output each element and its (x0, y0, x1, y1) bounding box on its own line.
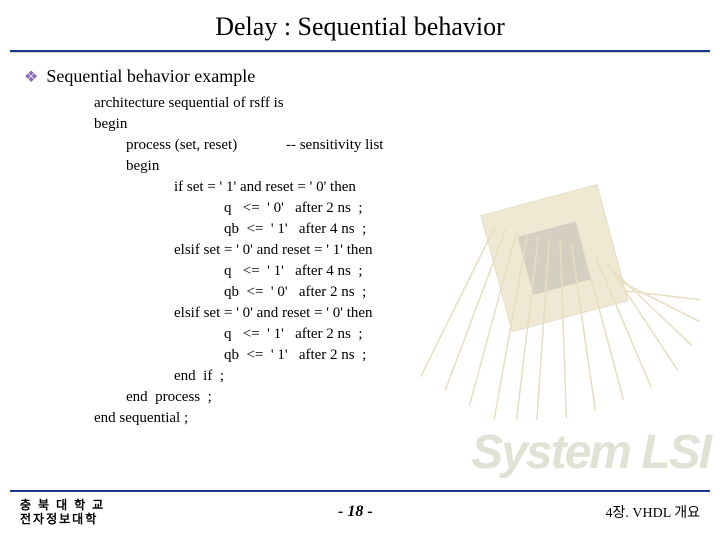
code-line: elsif set = ' 0' and reset = ' 1' then (94, 240, 700, 261)
code-line: q <= ' 1' after 4 ns ; (94, 261, 700, 282)
code-line: end if ; (94, 366, 700, 387)
code-line: end process ; (94, 387, 700, 408)
code-line: qb <= ' 1' after 4 ns ; (94, 219, 700, 240)
code-line: process (set, reset) -- sensitivity list (94, 135, 700, 156)
organization-label: 충 북 대 학 교 전자정보대학 (20, 498, 105, 527)
code-block: architecture sequential of rsff is begin… (24, 93, 700, 429)
page-number: - 18 - (338, 503, 373, 521)
chapter-label: 4장. VHDL 개요 (605, 502, 700, 522)
code-line: qb <= ' 0' after 2 ns ; (94, 282, 700, 303)
code-line: end sequential ; (94, 408, 700, 429)
code-line: elsif set = ' 0' and reset = ' 0' then (94, 303, 700, 324)
footer-rule (10, 490, 710, 492)
diamond-bullet-icon: ❖ (24, 67, 38, 87)
org-line2: 전자정보대학 (20, 512, 105, 526)
code-line: begin (94, 114, 700, 135)
title-rule (10, 50, 710, 52)
footer: 충 북 대 학 교 전자정보대학 - 18 - 4장. VHDL 개요 (0, 490, 720, 530)
bullet-text: Sequential behavior example (46, 66, 255, 87)
slide-title: Delay : Sequential behavior (0, 0, 720, 50)
code-line: begin (94, 156, 700, 177)
code-line: if set = ' 1' and reset = ' 0' then (94, 177, 700, 198)
watermark-text: System LSI (471, 425, 710, 480)
code-line: architecture sequential of rsff is (94, 93, 700, 114)
org-line1: 충 북 대 학 교 (20, 498, 105, 512)
bullet-heading: ❖ Sequential behavior example (24, 66, 700, 87)
content-area: ❖ Sequential behavior example architectu… (0, 66, 720, 429)
code-line: q <= ' 1' after 2 ns ; (94, 324, 700, 345)
code-line: q <= ' 0' after 2 ns ; (94, 198, 700, 219)
code-line: qb <= ' 1' after 2 ns ; (94, 345, 700, 366)
